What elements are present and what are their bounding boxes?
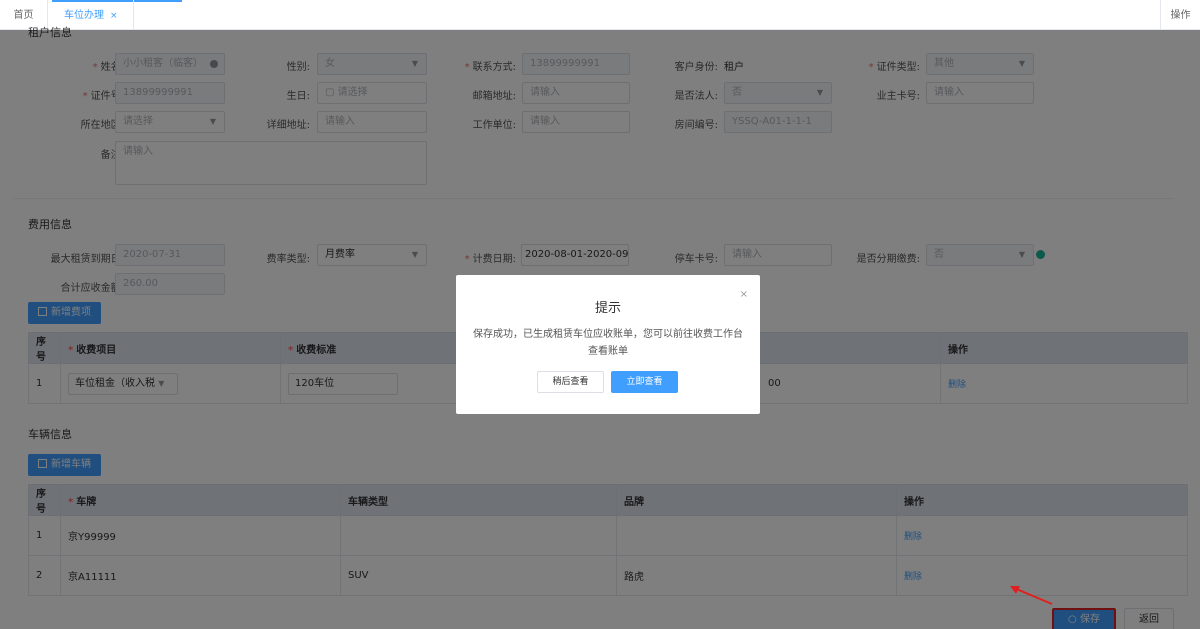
close-icon[interactable]: × (740, 289, 748, 300)
red-arrow-annotation-icon (1010, 586, 1053, 605)
tab-operations-menu[interactable]: 操作 (1160, 0, 1200, 30)
view-later-button[interactable]: 稍后查看 (537, 371, 604, 393)
close-tab-icon[interactable]: × (110, 11, 118, 21)
dialog-message: 保存成功，已生成租赁车位应收账单，您可以前往收费工作台查看账单 (473, 329, 743, 357)
tab-bar: 首页 车位办理 × 操作 (0, 0, 1200, 30)
prompt-dialog: 提示 × 保存成功，已生成租赁车位应收账单，您可以前往收费工作台查看账单 稍后查… (456, 275, 760, 414)
dialog-title: 提示 (594, 301, 621, 316)
view-now-button[interactable]: 立即查看 (611, 371, 678, 393)
tab-label: 车位办理 (64, 10, 104, 21)
